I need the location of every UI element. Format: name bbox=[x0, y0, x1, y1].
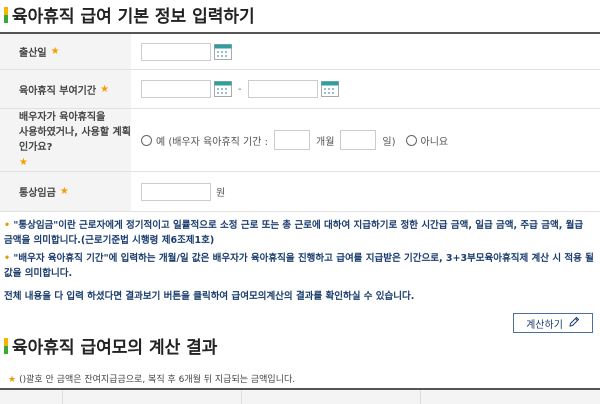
days-unit: 일) bbox=[382, 136, 396, 148]
period-end-input[interactable] bbox=[247, 80, 318, 98]
calendar-icon[interactable] bbox=[214, 43, 232, 60]
section-title-basic-info: 육아휴직 급여 기본 정보 입력하기 bbox=[4, 2, 255, 27]
title-marker bbox=[4, 6, 8, 23]
result-col bbox=[242, 390, 421, 404]
note-instruction: 전체 내용을 다 입력 하셨다면 결과보기 버튼을 클릭하여 급여모의계산의 결… bbox=[4, 291, 415, 302]
result-table-header bbox=[0, 388, 600, 404]
input-form-table: 출산일 ★ 육아휴직 부여기간 ★ - 배우자가 육아휴직을 사용하였거나, 사… bbox=[0, 32, 600, 212]
pencil-icon bbox=[569, 316, 580, 330]
page-title: 육아휴직 급여 기본 정보 입력하기 bbox=[12, 7, 255, 27]
note-spouse-period: • "배우자 육아휴직 기간"에 입력하는 개월/일 값은 배우자가 육아휴직을… bbox=[4, 253, 594, 279]
spouse-label: 배우자가 육아휴직을 사용하였거나, 사용할 계획인가요? ★ bbox=[0, 109, 131, 171]
birth-date-input[interactable] bbox=[141, 42, 211, 61]
wage-input[interactable] bbox=[141, 182, 211, 201]
result-col bbox=[421, 390, 600, 404]
spouse-yes-radio[interactable] bbox=[141, 134, 152, 146]
section-title-result: 육아휴직 급여모의 계산 결과 bbox=[4, 333, 217, 358]
note-wage-definition: • "통상임금"이란 근로자에게 정기적이고 일률적으로 소정 근로 또는 총 … bbox=[4, 220, 584, 246]
calendar-icon[interactable] bbox=[214, 81, 232, 97]
spouse-days-input[interactable] bbox=[340, 130, 377, 150]
result-col bbox=[63, 390, 242, 404]
form-row-spouse: 배우자가 육아휴직을 사용하였거나, 사용할 계획인가요? ★ 예 (배우자 육… bbox=[0, 109, 600, 172]
period-start-input[interactable] bbox=[141, 80, 211, 98]
title-marker bbox=[4, 337, 8, 354]
spouse-months-input[interactable] bbox=[274, 130, 310, 150]
period-separator: - bbox=[238, 83, 242, 95]
period-label: 육아휴직 부여기간 ★ bbox=[0, 70, 131, 108]
form-row-period: 육아휴직 부여기간 ★ - bbox=[0, 70, 600, 109]
birth-label: 출산일 ★ bbox=[0, 34, 131, 69]
calculate-button[interactable]: 계산하기 bbox=[513, 313, 593, 333]
calendar-icon[interactable] bbox=[320, 81, 339, 97]
wage-label: 통상임금 ★ bbox=[0, 172, 131, 211]
result-col bbox=[0, 390, 63, 404]
form-row-wage: 통상임금 ★ 원 bbox=[0, 172, 600, 212]
spouse-yes-label: 예 (배우자 육아휴직 기간 : bbox=[156, 136, 268, 148]
form-row-birth: 출산일 ★ bbox=[0, 34, 600, 70]
months-unit: 개월 bbox=[316, 136, 335, 148]
spouse-no-radio[interactable] bbox=[405, 134, 417, 146]
result-hint: ★ ()괄호 안 금액은 잔여지급금으로, 복직 후 6개월 뒤 지급되는 금액입… bbox=[8, 375, 296, 385]
spouse-no-label: 아니요 bbox=[420, 136, 449, 148]
wage-unit: 원 bbox=[216, 188, 226, 199]
result-title: 육아휴직 급여모의 계산 결과 bbox=[12, 338, 218, 358]
